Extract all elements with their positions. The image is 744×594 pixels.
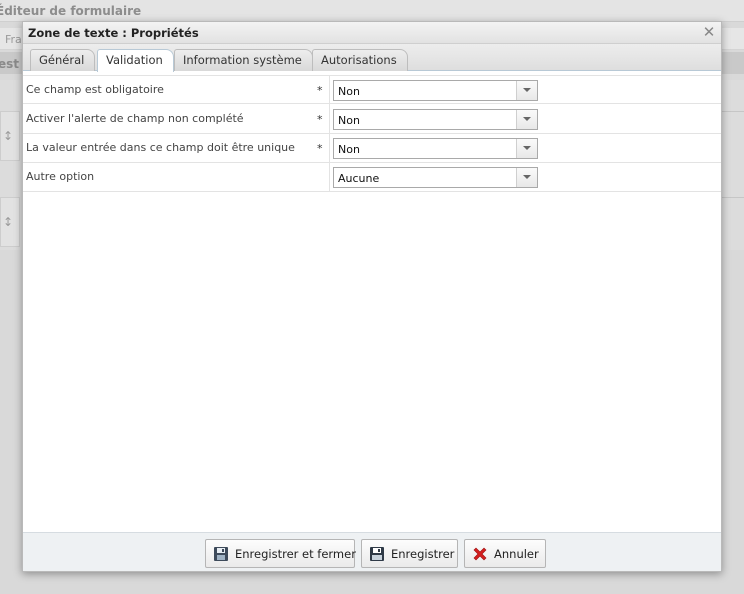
properties-dialog: Zone de texte : Propriétés ✕ Général Val… bbox=[22, 21, 722, 572]
incomplete-alert-select[interactable]: Non bbox=[333, 109, 538, 130]
property-label: La valeur entrée dans ce champ doit être… bbox=[26, 141, 295, 154]
select-value: Non bbox=[338, 143, 360, 156]
dialog-header: Zone de texte : Propriétés ✕ bbox=[23, 22, 721, 44]
button-label: Annuler bbox=[494, 547, 539, 561]
property-row-incomplete-alert: Activer l'alerte de champ non complété *… bbox=[23, 105, 721, 134]
select-value: Non bbox=[338, 114, 360, 127]
save-icon bbox=[370, 547, 384, 561]
chevron-down-icon bbox=[523, 88, 531, 92]
tab-permissions[interactable]: Autorisations bbox=[312, 49, 408, 71]
column-divider bbox=[329, 163, 330, 192]
background-field-row: ↕ bbox=[0, 197, 20, 247]
tab-general[interactable]: Général bbox=[30, 49, 96, 71]
property-row-required: Ce champ est obligatoire * Non bbox=[23, 75, 721, 105]
required-marker: * bbox=[317, 113, 323, 126]
save-and-close-button[interactable]: Enregistrer et fermer bbox=[205, 539, 356, 568]
dialog-footer: Enregistrer et fermer Enregistrer Annule… bbox=[23, 532, 721, 571]
property-row-other-option: Autre option Aucune bbox=[23, 163, 721, 192]
select-value: Non bbox=[338, 85, 360, 98]
background-divider bbox=[722, 111, 744, 112]
drag-handle-icon: ↕ bbox=[3, 129, 14, 143]
tab-system-information[interactable]: Information système bbox=[174, 49, 313, 71]
column-divider bbox=[329, 105, 330, 134]
tab-validation[interactable]: Validation bbox=[97, 49, 174, 72]
background-toolbar-text: Fra bbox=[5, 33, 22, 46]
dropdown-trigger[interactable] bbox=[516, 168, 537, 187]
chevron-down-icon bbox=[523, 117, 531, 121]
properties-grid: Ce champ est obligatoire * Non Activer l… bbox=[23, 71, 721, 532]
save-button[interactable]: Enregistrer bbox=[361, 539, 458, 568]
button-label: Enregistrer et fermer bbox=[235, 547, 356, 561]
column-divider bbox=[329, 134, 330, 163]
background-app-header: Éditeur de formulaire bbox=[0, 0, 744, 22]
dropdown-trigger[interactable] bbox=[516, 139, 537, 158]
button-label: Enregistrer bbox=[391, 547, 455, 561]
background-field-row: ↕ bbox=[0, 111, 20, 161]
chevron-down-icon bbox=[523, 146, 531, 150]
drag-handle-icon: ↕ bbox=[3, 215, 14, 229]
dropdown-trigger[interactable] bbox=[516, 110, 537, 129]
background-band-text: est bbox=[0, 57, 20, 71]
tab-bar: Général Validation Information système A… bbox=[23, 44, 721, 72]
required-select[interactable]: Non bbox=[333, 80, 538, 101]
dialog-title: Zone de texte : Propriétés bbox=[28, 26, 199, 40]
chevron-down-icon bbox=[523, 175, 531, 179]
property-label: Autre option bbox=[26, 170, 95, 183]
property-label: Ce champ est obligatoire bbox=[26, 83, 164, 96]
required-marker: * bbox=[317, 84, 323, 97]
close-icon[interactable]: ✕ bbox=[701, 24, 717, 40]
save-close-icon bbox=[214, 547, 228, 561]
column-divider bbox=[329, 76, 330, 105]
required-marker: * bbox=[317, 142, 323, 155]
background-divider bbox=[722, 197, 744, 198]
background-app-title: Éditeur de formulaire bbox=[0, 4, 142, 18]
other-option-select[interactable]: Aucune bbox=[333, 167, 538, 188]
select-value: Aucune bbox=[338, 172, 380, 185]
cancel-button[interactable]: Annuler bbox=[464, 539, 546, 568]
dropdown-trigger[interactable] bbox=[516, 81, 537, 100]
property-row-unique-value: La valeur entrée dans ce champ doit être… bbox=[23, 134, 721, 163]
unique-value-select[interactable]: Non bbox=[333, 138, 538, 159]
property-label: Activer l'alerte de champ non complété bbox=[26, 112, 244, 125]
cancel-x-icon bbox=[473, 547, 487, 561]
